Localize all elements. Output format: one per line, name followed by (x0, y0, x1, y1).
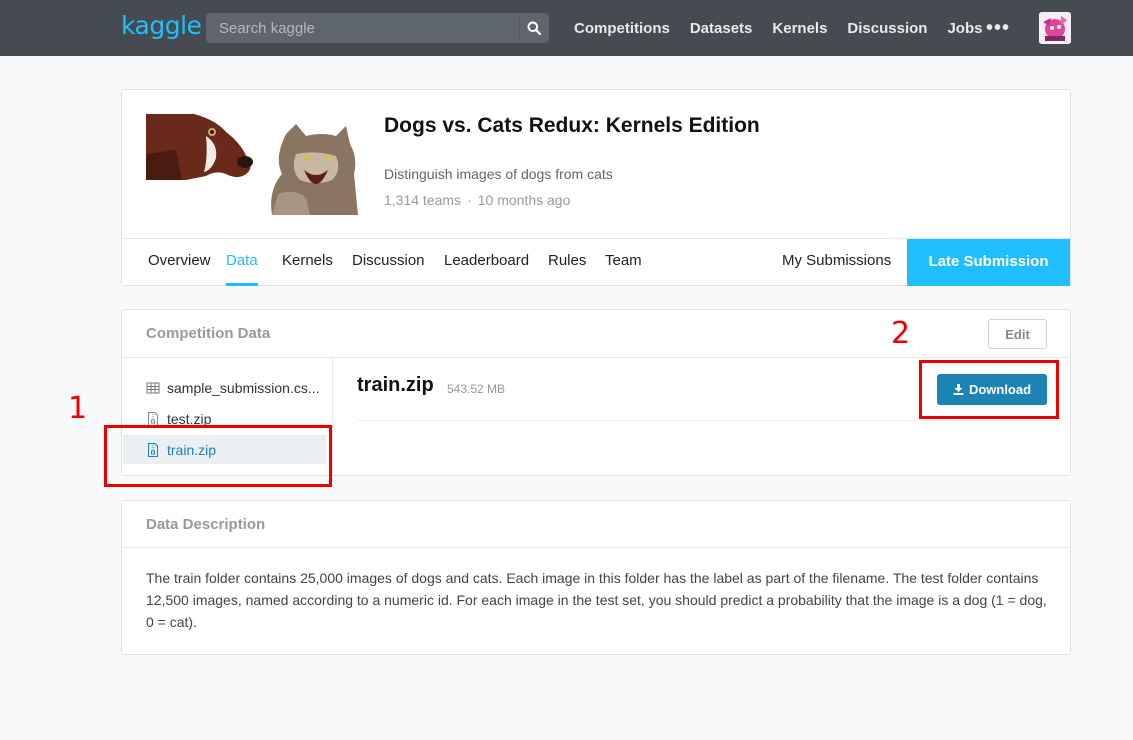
nav-discussion[interactable]: Discussion (847, 20, 927, 37)
data-description-text: The train folder contains 25,000 images … (146, 570, 1047, 630)
search-icon (527, 21, 541, 35)
dog-cat-header-image (146, 114, 358, 215)
more-menu-icon[interactable]: ••• (986, 17, 1010, 40)
nav-kernels[interactable]: Kernels (772, 20, 827, 37)
competition-data-title: Competition Data (146, 325, 271, 342)
top-navbar: kaggle Competitions Datasets Kernels Dis… (0, 0, 1133, 56)
edit-button[interactable]: Edit (988, 319, 1047, 349)
annotation-box-2 (919, 360, 1059, 419)
main-nav: Competitions Datasets Kernels Discussion… (574, 0, 1002, 56)
avatar[interactable] (1039, 12, 1071, 44)
nav-competitions[interactable]: Competitions (574, 20, 670, 37)
data-description-panel: Data Description The train folder contai… (121, 500, 1071, 655)
avatar-image (1039, 12, 1071, 44)
tab-team[interactable]: Team (605, 239, 642, 286)
competition-tabs: Overview Data Kernels Discussion Leaderb… (122, 238, 1070, 286)
competition-subtitle: Distinguish images of dogs from cats (384, 166, 613, 182)
competition-title: Dogs vs. Cats Redux: Kernels Edition (384, 114, 760, 137)
annotation-label-2: 2 (891, 316, 911, 351)
nav-jobs[interactable]: Jobs (947, 20, 982, 37)
search-box[interactable] (206, 13, 549, 43)
late-submission-button[interactable]: Late Submission (907, 239, 1070, 286)
divider (357, 420, 1057, 421)
team-count[interactable]: 1,314 teams (384, 192, 461, 208)
competition-header: Dogs vs. Cats Redux: Kernels Edition Dis… (121, 89, 1071, 286)
competition-meta: 1,314 teams · 10 months ago (384, 192, 570, 208)
tab-rules[interactable]: Rules (548, 239, 586, 286)
annotation-label-1: 1 (68, 391, 88, 426)
file-label: sample_submission.cs... (167, 379, 320, 396)
tab-kernels[interactable]: Kernels (282, 239, 333, 286)
competition-age: 10 months ago (477, 192, 571, 208)
table-icon (146, 382, 160, 393)
meta-separator: · (467, 192, 472, 208)
divider (122, 547, 1070, 548)
annotation-box-1 (104, 425, 332, 487)
kaggle-logo[interactable]: kaggle (121, 11, 202, 40)
tab-leaderboard[interactable]: Leaderboard (444, 239, 529, 286)
my-submissions-link[interactable]: My Submissions (782, 239, 891, 286)
data-description-title: Data Description (146, 516, 266, 533)
search-input[interactable] (206, 13, 516, 43)
nav-datasets[interactable]: Datasets (690, 20, 753, 37)
tab-overview[interactable]: Overview (148, 239, 211, 286)
tab-discussion[interactable]: Discussion (352, 239, 425, 286)
search-button[interactable] (519, 15, 547, 41)
selected-file-size: 543.52 MB (447, 382, 506, 396)
file-item-sample-submission[interactable]: sample_submission.cs... (123, 373, 326, 402)
selected-file-name: train.zip (357, 374, 434, 396)
tab-data[interactable]: Data (226, 239, 258, 286)
zip-file-icon (148, 411, 158, 426)
